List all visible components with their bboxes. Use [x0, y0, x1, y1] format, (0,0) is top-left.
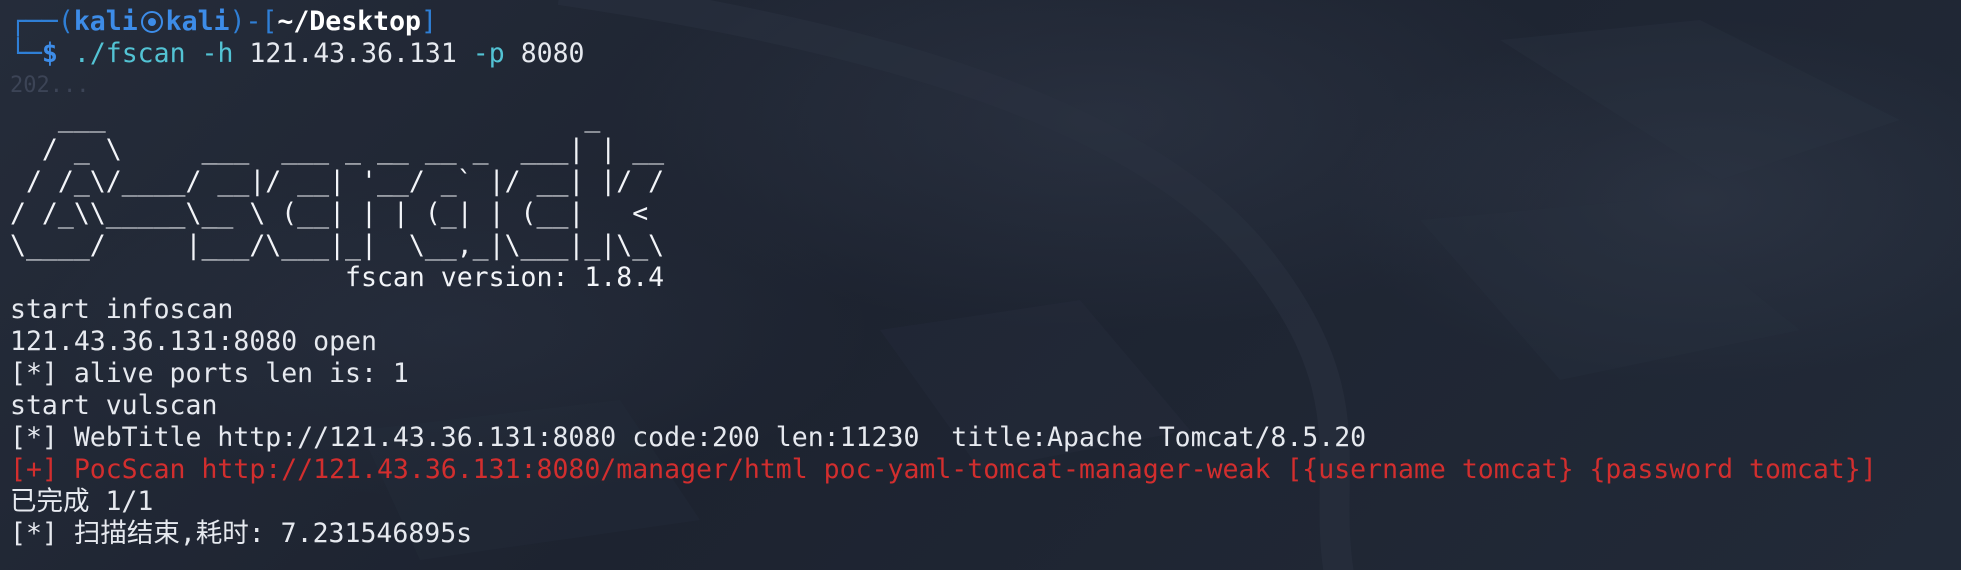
fscan-ascii-banner: ___ _ / _ \ ___ ___ _ __ __ _ ___| | __ … — [10, 102, 1877, 294]
prompt-cwd: ~/Desktop — [277, 6, 421, 37]
output-line: [*] 扫描结束,耗时: 7.231546895s — [10, 518, 473, 549]
output-line: start infoscan — [10, 294, 234, 325]
output-line: start vulscan — [10, 390, 218, 421]
autosuggest-ghost: 202... — [10, 73, 90, 98]
banner-line: / /_\/____/ __|/ __| '__/ _` |/ __| |/ / — [10, 166, 665, 197]
terminal-output: ┌──(kali kali)-[~/Desktop] └─$ ./fscan -h… — [10, 6, 1877, 550]
prompt-dollar: $ — [41, 38, 58, 69]
output-line: 已完成 1/1 — [10, 486, 154, 517]
command-line[interactable]: └─$ ./fscan -h 121.43.36.131 -p 8080 — [10, 38, 1877, 70]
prompt-user: kali — [73, 6, 138, 37]
banner-line: / /_\\_____\__ \ (__| | | (_| | (__| < — [10, 198, 649, 229]
prompt-box-bottom: └─ — [10, 38, 42, 69]
output-line: [*] WebTitle http://121.43.36.131:8080 c… — [10, 422, 1367, 453]
banner-line: / _ \ ___ ___ _ __ __ _ ___| | __ — [10, 134, 665, 165]
output-line-vuln: [+] PocScan http://121.43.36.131:8080/ma… — [10, 454, 1877, 485]
command-flag-h: -h — [201, 38, 234, 69]
prompt-line: ┌──(kali kali)-[~/Desktop] — [10, 6, 1877, 38]
banner-version-line: fscan version: 1.8.4 — [10, 262, 665, 293]
command-name: ./fscan — [73, 38, 186, 69]
prompt-host: kali — [165, 6, 230, 37]
prompt-box-top: ┌── — [10, 6, 58, 37]
command-host-value: 121.43.36.131 — [249, 38, 457, 69]
output-line: 121.43.36.131:8080 open — [10, 326, 377, 357]
prompt-open-paren: ( — [57, 6, 74, 37]
banner-line: ___ _ — [10, 102, 601, 133]
command-port-value: 8080 — [520, 38, 585, 69]
scan-output: start infoscan 121.43.36.131:8080 open [… — [10, 294, 1877, 550]
prompt-open-bracket: -[ — [245, 6, 278, 37]
prompt-close-paren: ) — [229, 6, 246, 37]
prompt-close-bracket: ] — [420, 6, 437, 37]
command-flag-p: -p — [472, 38, 505, 69]
kali-skull-icon — [140, 11, 163, 33]
banner-line: \____/ |___/\___|_| \__,_|\___|_|\_\ — [10, 230, 665, 261]
output-line: [*] alive ports len is: 1 — [10, 358, 409, 389]
